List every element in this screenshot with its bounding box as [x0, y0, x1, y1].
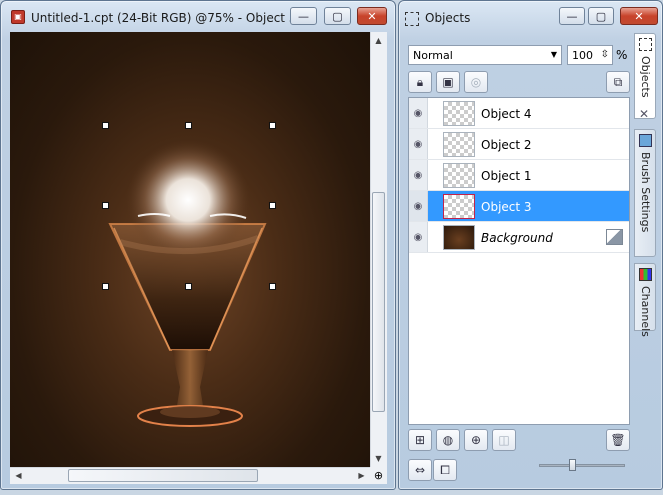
layer-row-object-2[interactable]: ◉ Object 2 — [409, 129, 629, 160]
layer-row-object-4[interactable]: ◉ Object 4 — [409, 98, 629, 129]
mask-icon: ▣ — [442, 75, 454, 89]
visibility-eye-icon[interactable]: ◉ — [409, 222, 428, 252]
clip-icon: ⧠ — [440, 462, 450, 477]
layer-row-object-1[interactable]: ◉ Object 1 — [409, 160, 629, 191]
combine-objects-button[interactable]: ◫ — [492, 429, 516, 451]
objects-window: Objects — ▢ ✕ Normal ▼ 100 ⇳ % 🔒︎ ▣ ◎ ⧉ … — [398, 0, 663, 490]
scroll-right-arrow-icon[interactable]: ▶ — [354, 468, 369, 483]
tab-channels-label: Channels — [639, 286, 652, 337]
objects-panel-icon — [405, 12, 419, 26]
close-docker-icon[interactable]: ✕ — [639, 107, 649, 121]
new-lens-button[interactable]: ◍ — [436, 429, 460, 451]
layer-thumbnail — [443, 101, 475, 126]
opacity-input[interactable]: 100 ⇳ — [567, 45, 613, 65]
horizontal-scrollbar[interactable]: ◀ ▶ — [10, 467, 370, 484]
selection-handle-bottom[interactable] — [185, 283, 192, 290]
properties-icon: ⧉ — [613, 74, 623, 89]
selection-handle-bottom-right[interactable] — [269, 283, 276, 290]
scroll-left-arrow-icon[interactable]: ◀ — [11, 468, 26, 483]
objects-minimize-button[interactable]: — — [559, 7, 585, 25]
objects-docker: Normal ▼ 100 ⇳ % 🔒︎ ▣ ◎ ⧉ ◉ Object 4 ◉ O… — [405, 33, 632, 485]
opacity-value: 100 — [572, 49, 593, 62]
brush-icon — [639, 134, 652, 147]
objects-maximize-button[interactable]: ▢ — [588, 7, 614, 25]
layer-name: Background — [481, 231, 553, 245]
tab-objects-label: Objects — [639, 56, 652, 98]
document-title: Untitled-1.cpt (24-Bit RGB) @75% - Objec… — [31, 11, 297, 25]
layer-thumbnail — [443, 194, 475, 219]
object-properties-button[interactable]: ⧉ — [606, 71, 630, 93]
layer-name: Object 4 — [481, 107, 532, 121]
lock-transparency-button[interactable]: 🔒︎ — [408, 71, 432, 93]
horizontal-scroll-thumb[interactable] — [68, 469, 258, 482]
zoom-navigator-icon[interactable]: ⊕ — [370, 467, 387, 484]
scroll-down-arrow-icon[interactable]: ▼ — [371, 451, 386, 466]
thumbnail-size-button[interactable]: ⇔ — [408, 459, 432, 481]
create-object-button[interactable]: ⊕ — [464, 429, 488, 451]
new-object-button[interactable]: ⊞ — [408, 429, 432, 451]
thumbnail-size-slider-thumb[interactable] — [569, 459, 576, 471]
layer-thumbnail — [443, 225, 475, 250]
selection-handle-left[interactable] — [102, 202, 109, 209]
trash-icon: 🗑︎ — [610, 433, 626, 447]
blend-mode-dropdown[interactable]: Normal ▼ — [408, 45, 562, 65]
layer-name: Object 1 — [481, 169, 532, 183]
layer-thumbnail — [443, 132, 475, 157]
tab-channels[interactable]: Channels — [634, 263, 656, 337]
layer-thumbnail — [443, 163, 475, 188]
lens-icon: ◍ — [442, 433, 454, 447]
clip-mask-button[interactable]: ⧠ — [433, 459, 457, 481]
channels-icon — [639, 268, 652, 281]
document-maximize-button[interactable]: ▢ — [324, 7, 351, 25]
background-lock-icon[interactable] — [606, 229, 623, 245]
docker-side-tabs: Objects ✕ Brush Settings Channels — [634, 33, 658, 337]
thumbnail-size-slider-track[interactable] — [539, 464, 625, 467]
tab-brush-settings[interactable]: Brush Settings — [634, 129, 656, 257]
combine-objects-icon: ◫ — [498, 433, 510, 447]
image-canvas[interactable] — [10, 32, 370, 467]
objects-title: Objects — [425, 11, 471, 25]
objects-titlebar[interactable]: Objects — ▢ ✕ — [399, 1, 662, 31]
vertical-scrollbar[interactable]: ▲ ▼ — [370, 32, 387, 467]
objects-tab-icon — [639, 38, 652, 51]
opacity-unit: % — [616, 48, 628, 62]
layer-row-background[interactable]: ◉ Background — [409, 222, 629, 253]
resize-icon: ⇔ — [414, 463, 426, 477]
combine-button[interactable]: ◎ — [464, 71, 488, 93]
document-titlebar[interactable]: ▣ Untitled-1.cpt (24-Bit RGB) @75% - Obj… — [1, 1, 395, 31]
visibility-eye-icon[interactable]: ◉ — [409, 160, 428, 190]
selection-handle-right[interactable] — [269, 202, 276, 209]
delete-button[interactable]: 🗑︎ — [606, 429, 630, 451]
visibility-eye-icon[interactable]: ◉ — [409, 191, 428, 221]
layer-row-object-3[interactable]: ◉ Object 3 — [409, 191, 629, 222]
selection-handle-top-left[interactable] — [102, 122, 109, 129]
selection-handle-top-right[interactable] — [269, 122, 276, 129]
combine-icon: ◎ — [470, 75, 482, 89]
scroll-up-arrow-icon[interactable]: ▲ — [371, 33, 386, 48]
lock-icon: 🔒︎ — [416, 74, 424, 89]
object-mask-button[interactable]: ▣ — [436, 71, 460, 93]
vertical-scroll-thumb[interactable] — [372, 192, 385, 412]
glass-artwork — [108, 140, 267, 427]
objects-close-button[interactable]: ✕ — [620, 7, 658, 25]
layer-name: Object 3 — [481, 200, 532, 214]
document-app-icon: ▣ — [11, 10, 25, 24]
create-object-icon: ⊕ — [470, 433, 482, 447]
new-object-icon: ⊞ — [414, 433, 426, 447]
layer-name: Object 2 — [481, 138, 532, 152]
selection-handle-top[interactable] — [185, 122, 192, 129]
blend-mode-value: Normal — [413, 49, 453, 62]
visibility-eye-icon[interactable]: ◉ — [409, 98, 428, 128]
layers-list: ◉ Object 4 ◉ Object 2 ◉ Object 1 ◉ Objec… — [408, 97, 630, 425]
opacity-spinner-icon[interactable]: ⇳ — [601, 49, 609, 60]
document-minimize-button[interactable]: — — [290, 7, 317, 25]
document-window: ▣ Untitled-1.cpt (24-Bit RGB) @75% - Obj… — [0, 0, 396, 490]
document-close-button[interactable]: ✕ — [357, 7, 387, 25]
chevron-down-icon: ▼ — [550, 50, 557, 59]
tab-brush-settings-label: Brush Settings — [639, 152, 652, 233]
selection-handle-bottom-left[interactable] — [102, 283, 109, 290]
visibility-eye-icon[interactable]: ◉ — [409, 129, 428, 159]
